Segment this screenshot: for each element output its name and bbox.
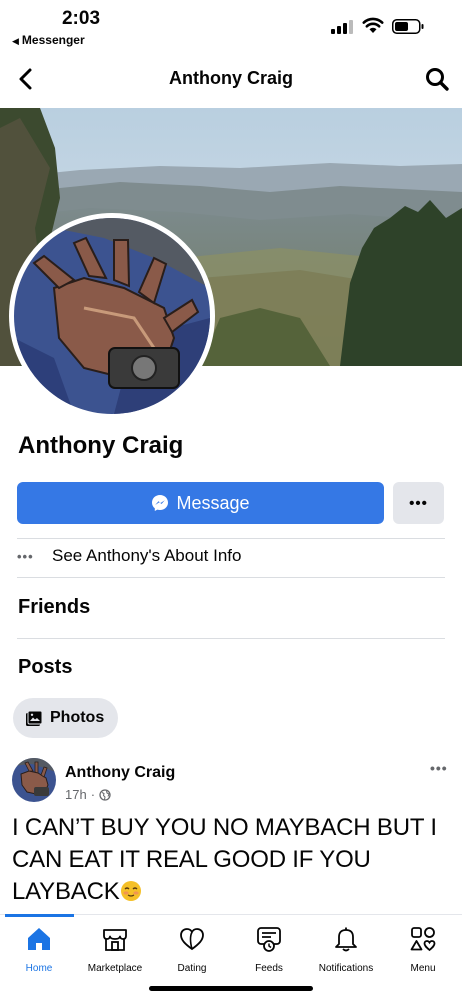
photos-icon [26,710,43,726]
about-info-label: See Anthony's About Info [52,546,242,565]
tab-menu[interactable]: Menu [383,925,462,974]
tab-home[interactable]: Home [0,925,79,974]
home-indicator [149,986,313,991]
friends-heading[interactable]: Friends [18,596,90,619]
profile-picture-image [14,218,210,414]
home-icon [28,928,50,950]
divider [17,638,445,639]
posts-heading: Posts [18,656,73,678]
tab-notifications[interactable]: Notifications [306,925,386,974]
post-author-name[interactable]: Anthony Craig [65,764,175,782]
smiling-face-emoji-icon [120,881,141,901]
globe-icon [99,788,111,801]
profile-avatar[interactable] [9,213,215,419]
profile-more-button[interactable]: ••• [393,482,444,524]
messenger-icon [152,495,169,511]
post-time: 17h [65,787,87,802]
message-button[interactable]: Message [17,482,384,524]
back-to-app-link[interactable]: ◀ Messenger [12,33,85,47]
more-dots-icon: ••• [17,548,34,564]
menu-icon [410,927,436,952]
marketplace-icon [103,929,127,951]
back-app-label: Messenger [21,33,85,47]
search-icon[interactable] [424,66,450,92]
tab-label: Dating [177,963,207,974]
battery-icon [392,19,424,34]
tab-label: Marketplace [87,963,143,974]
cellular-signal-icon [331,20,355,34]
post-text-content: I CAN’T BUY YOU NO MAYBACH BUT I CAN EAT… [12,814,437,905]
post-more-options-icon[interactable]: ••• [430,760,448,776]
status-time: 2:03 [61,8,101,29]
message-button-label: Message [176,492,250,513]
wifi-icon [362,17,384,33]
more-dots-icon: ••• [409,494,428,512]
bell-icon [335,927,357,952]
feeds-icon [257,927,281,952]
post-author-avatar[interactable] [12,758,56,802]
post-text: I CAN’T BUY YOU NO MAYBACH BUT I CAN EAT… [12,812,452,908]
divider [17,538,445,539]
tab-label: Notifications [318,963,374,974]
tab-label: Feeds [255,963,283,974]
back-triangle-icon: ◀ [12,36,19,46]
nav-header: Anthony Craig [0,52,462,108]
about-info-link[interactable]: ••• See Anthony's About Info [17,546,241,566]
dating-icon [180,928,204,951]
post-meta: 17h · [65,787,111,802]
tab-feeds[interactable]: Feeds [229,925,309,974]
photos-chip-label: Photos [50,709,105,726]
page-title: Anthony Craig [169,68,293,88]
tab-label: Menu [410,963,436,974]
profile-name: Anthony Craig [18,432,184,459]
status-bar: 2:03 ◀ Messenger [0,0,462,52]
photos-chip[interactable]: Photos [13,698,118,738]
tab-label: Home [25,963,53,974]
tab-marketplace[interactable]: Marketplace [75,925,155,974]
tab-dating[interactable]: Dating [152,925,232,974]
active-tab-indicator [5,914,74,917]
divider [17,577,445,578]
